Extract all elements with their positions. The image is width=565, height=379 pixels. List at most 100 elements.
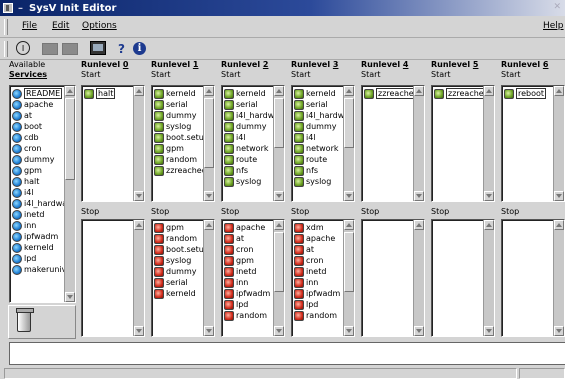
scroll-up-icon[interactable] bbox=[65, 86, 75, 96]
list-item[interactable]: serial bbox=[154, 277, 209, 288]
scroll-up-icon[interactable] bbox=[274, 220, 284, 230]
scroll-down-icon[interactable] bbox=[554, 326, 564, 336]
runlevel-4-stop-list[interactable] bbox=[361, 219, 425, 337]
scrollbar[interactable] bbox=[343, 86, 354, 201]
runlevel-6-stop-list[interactable] bbox=[501, 219, 565, 337]
scroll-up-icon[interactable] bbox=[414, 220, 424, 230]
runlevel-3-stop-list[interactable]: xdm apache at cron inetd inn ipfwadm lpd random bbox=[291, 219, 355, 337]
list-item[interactable]: lpd bbox=[294, 299, 340, 310]
list-item[interactable]: dummy bbox=[154, 110, 209, 121]
list-item[interactable]: gpm bbox=[154, 143, 209, 154]
list-item[interactable]: random bbox=[154, 233, 209, 244]
scroll-up-icon[interactable] bbox=[554, 86, 564, 96]
scroll-up-icon[interactable] bbox=[134, 86, 144, 96]
scroll-down-icon[interactable] bbox=[344, 191, 354, 201]
list-item[interactable]: dummy bbox=[154, 266, 209, 277]
runlevel-5-stop-list[interactable] bbox=[431, 219, 495, 337]
list-item[interactable]: random bbox=[294, 310, 340, 321]
runlevel-5-start-list[interactable]: zzreached bbox=[431, 85, 495, 202]
list-item[interactable]: syslog bbox=[154, 255, 209, 266]
scrollbar[interactable] bbox=[343, 220, 354, 336]
list-item[interactable]: at bbox=[224, 233, 270, 244]
scrollbar[interactable] bbox=[273, 220, 284, 336]
runlevel-1-start-list[interactable]: kerneld serial dummy syslog boot.setup gpm ran… bbox=[151, 85, 215, 202]
menu-help[interactable]: Help bbox=[543, 21, 564, 31]
runlevel-4-start-list[interactable]: zzreached bbox=[361, 85, 425, 202]
scroll-down-icon[interactable] bbox=[274, 191, 284, 201]
scroll-up-icon[interactable] bbox=[484, 220, 494, 230]
scroll-down-icon[interactable] bbox=[414, 326, 424, 336]
list-item[interactable]: inn bbox=[224, 277, 270, 288]
window-shade-icon[interactable]: – bbox=[18, 3, 23, 14]
list-item[interactable]: random bbox=[154, 154, 209, 165]
scroll-down-icon[interactable] bbox=[134, 326, 144, 336]
list-item[interactable]: halt bbox=[84, 88, 116, 99]
list-item[interactable]: reboot bbox=[504, 88, 547, 99]
list-item[interactable]: ipfwadm bbox=[294, 288, 340, 299]
scroll-thumb[interactable] bbox=[344, 232, 354, 292]
scrollbar[interactable] bbox=[203, 86, 214, 201]
scroll-up-icon[interactable] bbox=[484, 86, 494, 96]
list-item[interactable]: lpd bbox=[224, 299, 270, 310]
scroll-up-icon[interactable] bbox=[554, 220, 564, 230]
scroll-thumb[interactable] bbox=[274, 232, 284, 292]
runlevel-0-stop-list[interactable] bbox=[81, 219, 145, 337]
list-item[interactable]: inn bbox=[294, 277, 340, 288]
help-icon[interactable]: ? bbox=[118, 41, 125, 57]
scroll-down-icon[interactable] bbox=[484, 191, 494, 201]
runlevel-6-start-list[interactable]: reboot bbox=[501, 85, 565, 202]
scroll-down-icon[interactable] bbox=[65, 292, 75, 302]
scroll-down-icon[interactable] bbox=[274, 326, 284, 336]
list-item[interactable]: xdm bbox=[294, 222, 340, 233]
scroll-up-icon[interactable] bbox=[204, 86, 214, 96]
scroll-down-icon[interactable] bbox=[134, 191, 144, 201]
scrollbar[interactable] bbox=[483, 220, 494, 336]
trash-drop-target[interactable] bbox=[8, 305, 76, 339]
scroll-thumb[interactable] bbox=[274, 98, 284, 148]
menubar-grip[interactable] bbox=[4, 19, 8, 35]
close-icon[interactable]: ✕ bbox=[553, 2, 561, 12]
list-item[interactable]: cron bbox=[294, 255, 340, 266]
list-item[interactable]: zzreached bbox=[154, 165, 209, 176]
scrollbar[interactable] bbox=[133, 220, 144, 336]
scroll-up-icon[interactable] bbox=[134, 220, 144, 230]
scroll-down-icon[interactable] bbox=[344, 326, 354, 336]
list-item[interactable]: boot.setup bbox=[154, 244, 209, 255]
toolbar-grip[interactable] bbox=[4, 41, 8, 57]
scroll-thumb[interactable] bbox=[344, 98, 354, 148]
scroll-down-icon[interactable] bbox=[414, 191, 424, 201]
monitor-icon[interactable] bbox=[90, 41, 106, 55]
scrollbar[interactable] bbox=[413, 220, 424, 336]
scroll-up-icon[interactable] bbox=[204, 220, 214, 230]
list-item[interactable]: at bbox=[294, 244, 340, 255]
available-services-list[interactable]: README apache at boot cdb cron dummy gpm halt i4l… bbox=[9, 85, 76, 303]
scrollbar[interactable] bbox=[64, 86, 75, 302]
scroll-down-icon[interactable] bbox=[204, 326, 214, 336]
scrollbar[interactable] bbox=[553, 86, 564, 201]
power-icon[interactable]: I bbox=[16, 41, 30, 55]
list-item[interactable]: inetd bbox=[294, 266, 340, 277]
list-item[interactable]: gpm bbox=[224, 255, 270, 266]
window-menu-icon[interactable] bbox=[3, 3, 13, 13]
runlevel-3-start-list[interactable]: kerneld serial i4l_hardware dummy i4l network… bbox=[291, 85, 355, 202]
scrollbar[interactable] bbox=[203, 220, 214, 336]
list-item[interactable]: ipfwadm bbox=[224, 288, 270, 299]
menu-edit[interactable]: Edit bbox=[52, 21, 69, 31]
scrollbar[interactable] bbox=[483, 86, 494, 201]
scroll-down-icon[interactable] bbox=[204, 191, 214, 201]
list-item[interactable]: random bbox=[224, 310, 270, 321]
list-item[interactable]: kerneld bbox=[154, 288, 209, 299]
runlevel-0-start-list[interactable]: halt bbox=[81, 85, 145, 202]
info-icon[interactable]: i bbox=[133, 42, 146, 55]
scroll-down-icon[interactable] bbox=[484, 326, 494, 336]
list-item[interactable]: apache bbox=[294, 233, 340, 244]
scrollbar[interactable] bbox=[553, 220, 564, 336]
scroll-thumb[interactable] bbox=[65, 98, 75, 180]
scroll-up-icon[interactable] bbox=[344, 86, 354, 96]
menu-file[interactable]: File bbox=[22, 21, 37, 31]
scrollbar[interactable] bbox=[133, 86, 144, 201]
list-item[interactable]: apache bbox=[224, 222, 270, 233]
runlevel-2-start-list[interactable]: kerneld serial i4l_hardware dummy i4l network… bbox=[221, 85, 285, 202]
scroll-up-icon[interactable] bbox=[344, 220, 354, 230]
list-item[interactable]: serial bbox=[154, 99, 209, 110]
